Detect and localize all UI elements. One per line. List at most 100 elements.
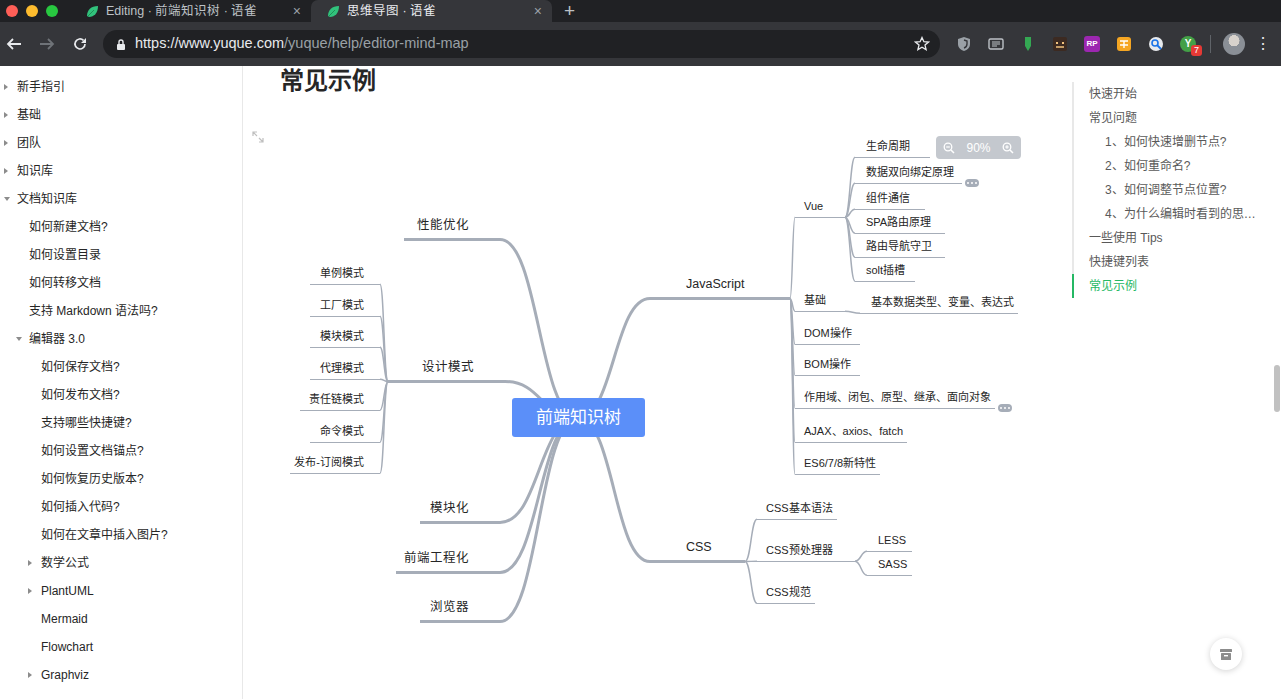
toc-item[interactable]: 4、为什么编辑时看到的思… [1074, 202, 1281, 226]
mind-map-node[interactable]: CSS规范 [757, 585, 815, 604]
address-bar[interactable]: https://www.yuque.com/yuque/help/editor-… [103, 30, 940, 58]
extension-button[interactable] [1140, 30, 1172, 58]
caret-slot[interactable] [4, 168, 17, 174]
mind-map-node[interactable]: BOM操作 [795, 357, 860, 376]
mind-map-node[interactable]: solt插槽 [855, 263, 915, 282]
browser-tab[interactable]: Editing · 前端知识树 · 语雀× [70, 0, 311, 22]
extension-button[interactable] [1012, 30, 1044, 58]
caret-icon[interactable] [28, 672, 32, 678]
mind-map-node[interactable]: 组件通信 [855, 191, 925, 210]
mind-map-node[interactable]: 代理模式 [310, 361, 380, 380]
mind-map-node[interactable]: AJAX、axios、fatch [795, 424, 907, 443]
mind-map-node[interactable]: 前端工程化 [396, 550, 500, 574]
mind-map-node[interactable]: ES6/7/8新特性 [795, 456, 880, 475]
sidebar-item[interactable]: 支持哪些快捷键? [0, 409, 242, 437]
sidebar-item[interactable]: PlantUML [0, 577, 242, 605]
caret-slot[interactable] [16, 337, 29, 341]
mind-map-node[interactable]: 作用域、闭包、原型、继承、面向对象 [795, 390, 995, 409]
caret-slot[interactable] [4, 84, 17, 90]
toc-item[interactable]: 常见示例 [1072, 274, 1281, 298]
minimize-window-button[interactable] [26, 5, 38, 17]
sidebar-item[interactable]: 如何恢复历史版本? [0, 465, 242, 493]
extension-button[interactable]: Y7 [1172, 30, 1204, 58]
sidebar-item[interactable]: 如何插入代码? [0, 493, 242, 521]
caret-icon[interactable] [28, 560, 32, 566]
mind-map-node[interactable]: 浏览器 [420, 599, 500, 623]
tab-close-button[interactable]: × [293, 4, 301, 18]
scrollbar-thumb[interactable] [1274, 365, 1280, 412]
mind-map-node[interactable]: 性能优化 [404, 217, 500, 241]
toc-item[interactable]: 快捷键列表 [1074, 250, 1281, 274]
sidebar-item[interactable]: 如何在文章中插入图片? [0, 521, 242, 549]
mind-map-node[interactable]: 路由导航守卫 [855, 239, 945, 258]
sidebar-item[interactable]: 团队 [0, 129, 242, 157]
mind-map-canvas[interactable]: 90%性能优化设计模式单例模式工厂模式模块模式代理模式责任链模式命令模式发布-订… [243, 96, 1060, 699]
toc-item[interactable]: 快速开始 [1074, 82, 1281, 106]
new-tab-button[interactable]: + [564, 0, 575, 22]
mind-map-node[interactable]: CSS基本语法 [757, 501, 837, 520]
sidebar-item[interactable]: 如何发布文档? [0, 381, 242, 409]
zoom-window-button[interactable] [46, 5, 58, 17]
toc-item[interactable]: 1、如何快速增删节点? [1074, 130, 1281, 154]
collapsed-marker[interactable] [965, 179, 979, 187]
mind-map-node[interactable]: 模块化 [420, 500, 500, 524]
zoom-in-icon[interactable] [1002, 142, 1014, 154]
sidebar-item[interactable]: 新手指引 [0, 73, 242, 101]
mind-map-node[interactable]: 设计模式 [388, 359, 505, 383]
zoom-out-icon[interactable] [943, 142, 955, 154]
mind-map-node[interactable]: 工厂模式 [310, 298, 380, 317]
extension-button[interactable] [1108, 30, 1140, 58]
mind-map-node[interactable]: 数据双向绑定原理 [855, 165, 962, 184]
sidebar-item[interactable]: 如何保存文档? [0, 353, 242, 381]
sidebar-item[interactable]: 如何转移文档 [0, 269, 242, 297]
fullscreen-icon[interactable] [252, 131, 264, 143]
browser-menu-button[interactable]: ⋮ [1251, 32, 1275, 56]
caret-slot[interactable] [28, 588, 41, 594]
extension-button[interactable] [948, 30, 980, 58]
mind-map-node[interactable]: SPA路由原理 [855, 215, 945, 234]
extension-button[interactable] [1044, 30, 1076, 58]
caret-icon[interactable] [28, 588, 32, 594]
tab-close-button[interactable]: × [534, 4, 542, 18]
mind-map-node[interactable]: 基本数据类型、变量、表达式 [860, 295, 1018, 314]
root-node[interactable]: 前端知识树 [512, 398, 645, 437]
sidebar-item[interactable]: 如何设置目录 [0, 241, 242, 269]
caret-slot[interactable] [4, 197, 17, 201]
caret-icon[interactable] [4, 197, 10, 201]
sidebar-item[interactable]: 支持 Markdown 语法吗? [0, 297, 242, 325]
toc-item[interactable]: 一些使用 Tips [1074, 226, 1281, 250]
extension-button[interactable]: RP [1076, 30, 1108, 58]
reload-button[interactable] [68, 32, 92, 56]
toc-item[interactable]: 3、如何调整节点位置? [1074, 178, 1281, 202]
mind-map-node[interactable]: DOM操作 [795, 326, 860, 345]
sidebar-item[interactable]: 文档知识库 [0, 185, 242, 213]
sidebar-item[interactable]: 如何新建文档? [0, 213, 242, 241]
mind-map-node[interactable]: LESS [867, 533, 912, 552]
mind-map-node[interactable]: 单例模式 [310, 266, 380, 285]
mind-map-node[interactable]: 责任链模式 [300, 392, 380, 411]
collapsed-marker[interactable] [998, 404, 1012, 412]
sidebar-item[interactable]: Mermaid [0, 605, 242, 633]
caret-slot[interactable] [28, 560, 41, 566]
extension-button[interactable] [980, 30, 1012, 58]
close-window-button[interactable] [6, 5, 18, 17]
back-button[interactable] [2, 32, 26, 56]
sidebar-item[interactable]: Flowchart [0, 633, 242, 661]
profile-avatar-icon[interactable] [1223, 33, 1245, 55]
archive-button[interactable] [1210, 638, 1242, 670]
mind-map-node[interactable]: Vue [795, 199, 845, 218]
toc-item[interactable]: 2、如何重命名? [1074, 154, 1281, 178]
mind-map-node[interactable]: 发布-订阅模式 [290, 455, 380, 474]
mind-map-node[interactable]: JavaScript [650, 276, 790, 300]
caret-icon[interactable] [4, 84, 8, 90]
sidebar-item[interactable]: 编辑器 3.0 [0, 325, 242, 353]
sidebar-item[interactable]: 数学公式 [0, 549, 242, 577]
bookmark-star-icon[interactable] [914, 36, 930, 52]
caret-slot[interactable] [4, 112, 17, 118]
mind-map-node[interactable]: 生命周期 [855, 139, 930, 158]
caret-slot[interactable] [4, 140, 17, 146]
sidebar-item[interactable]: 基础 [0, 101, 242, 129]
caret-icon[interactable] [16, 337, 22, 341]
sidebar-item[interactable]: 如何设置文档锚点? [0, 437, 242, 465]
mind-map-node[interactable]: 命令模式 [310, 424, 380, 443]
